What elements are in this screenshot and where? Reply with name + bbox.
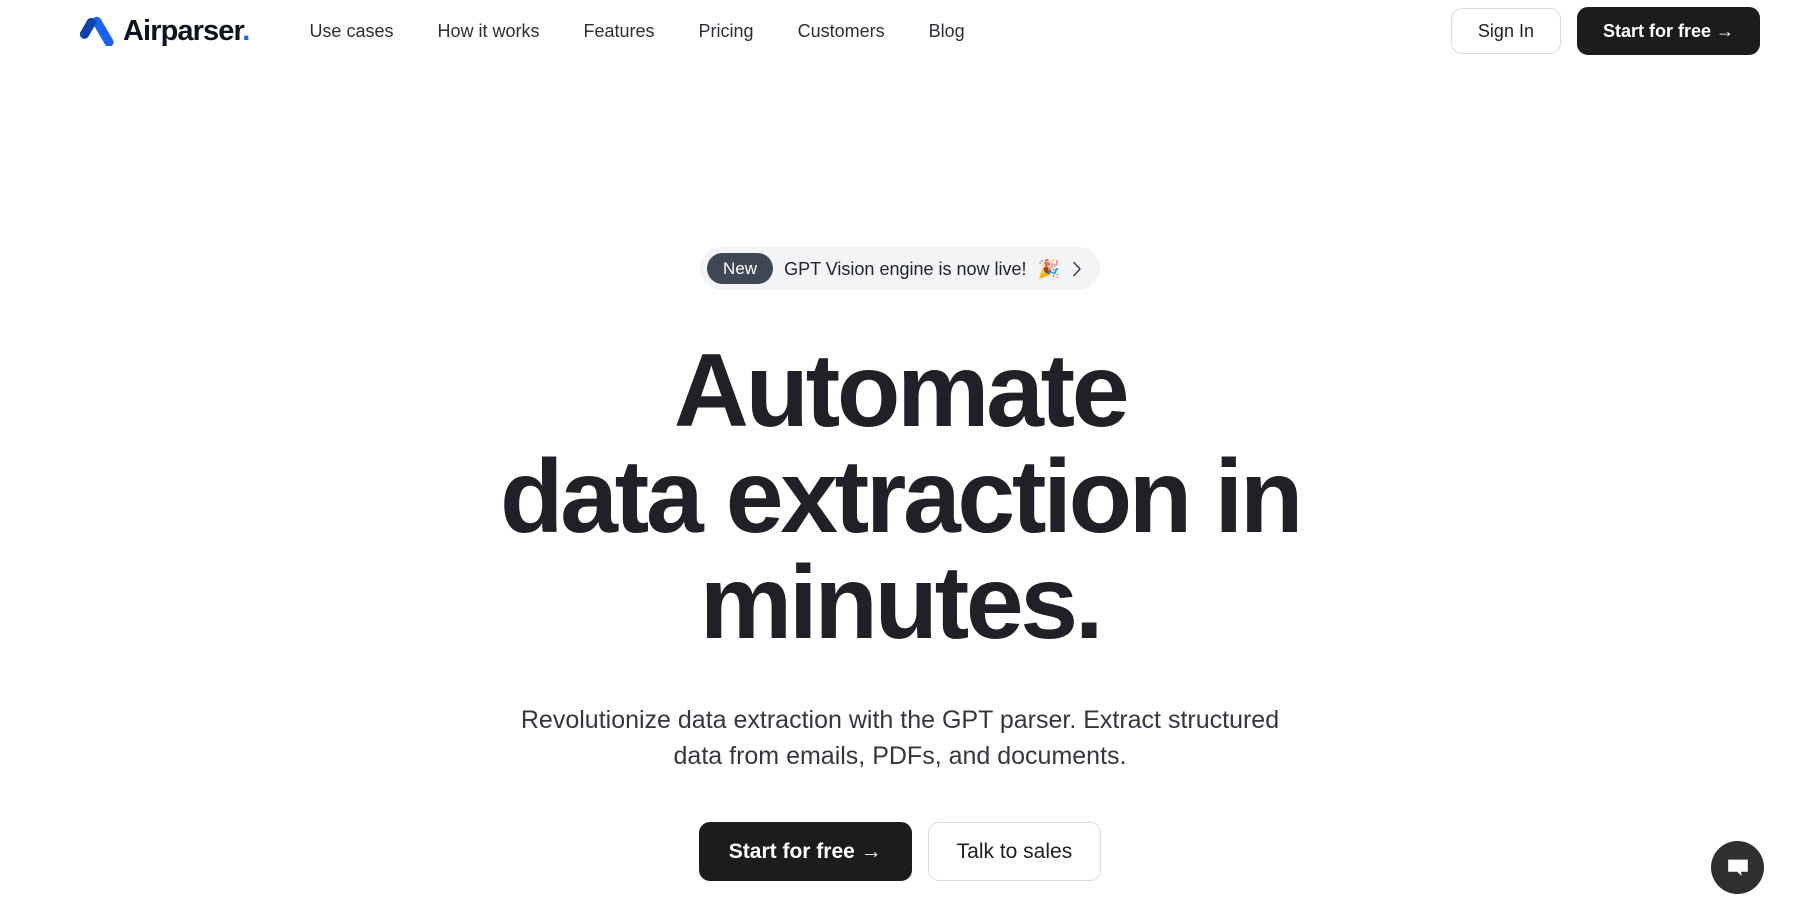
primary-nav: Use cases How it works Features Pricing … [309,22,964,40]
airparser-chevron-logo-icon [80,16,114,46]
hero-subheadline: Revolutionize data extraction with the G… [520,706,1280,770]
nav-item-pricing[interactable]: Pricing [699,22,754,40]
brand-name: Airparser. [123,14,250,47]
nav-item-customers[interactable]: Customers [798,22,885,40]
announcement-banner[interactable]: New GPT Vision engine is now live! 🎉 [700,247,1100,290]
chat-widget-button[interactable] [1711,841,1764,894]
hero-headline: Automate data extraction in minutes. [500,333,1303,662]
announcement-new-badge: New [707,253,774,284]
hero-headline-line-2: data extraction in [500,439,1303,556]
nav-item-how-it-works[interactable]: How it works [437,22,539,40]
sign-in-button[interactable]: Sign In [1450,8,1561,54]
party-popper-icon: 🎉 [1037,258,1060,279]
nav-item-use-cases[interactable]: Use cases [309,22,393,40]
hero-talk-to-sales-button[interactable]: Talk to sales [927,822,1102,882]
hero-section: New GPT Vision engine is now live! 🎉 Aut… [0,62,1800,882]
brand-logo[interactable]: Airparser. [80,14,250,47]
nav-item-features[interactable]: Features [584,22,655,40]
brand-dot: . [242,14,250,47]
chat-bubble-icon [1725,855,1751,881]
header-actions: Sign In Start for free → [1450,7,1760,55]
announcement-text: GPT Vision engine is now live! [784,258,1027,279]
header-start-free-button[interactable]: Start for free → [1576,7,1760,55]
nav-item-blog[interactable]: Blog [929,22,965,40]
hero-start-free-button[interactable]: Start for free → [698,822,912,882]
chevron-right-icon [1071,261,1082,277]
hero-headline-line-3: minutes. [699,545,1104,662]
hero-headline-line-1: Automate [673,333,1130,449]
site-header: Airparser. Use cases How it works Featur… [0,0,1800,62]
hero-cta-row: Start for free → Talk to sales [698,822,1102,882]
